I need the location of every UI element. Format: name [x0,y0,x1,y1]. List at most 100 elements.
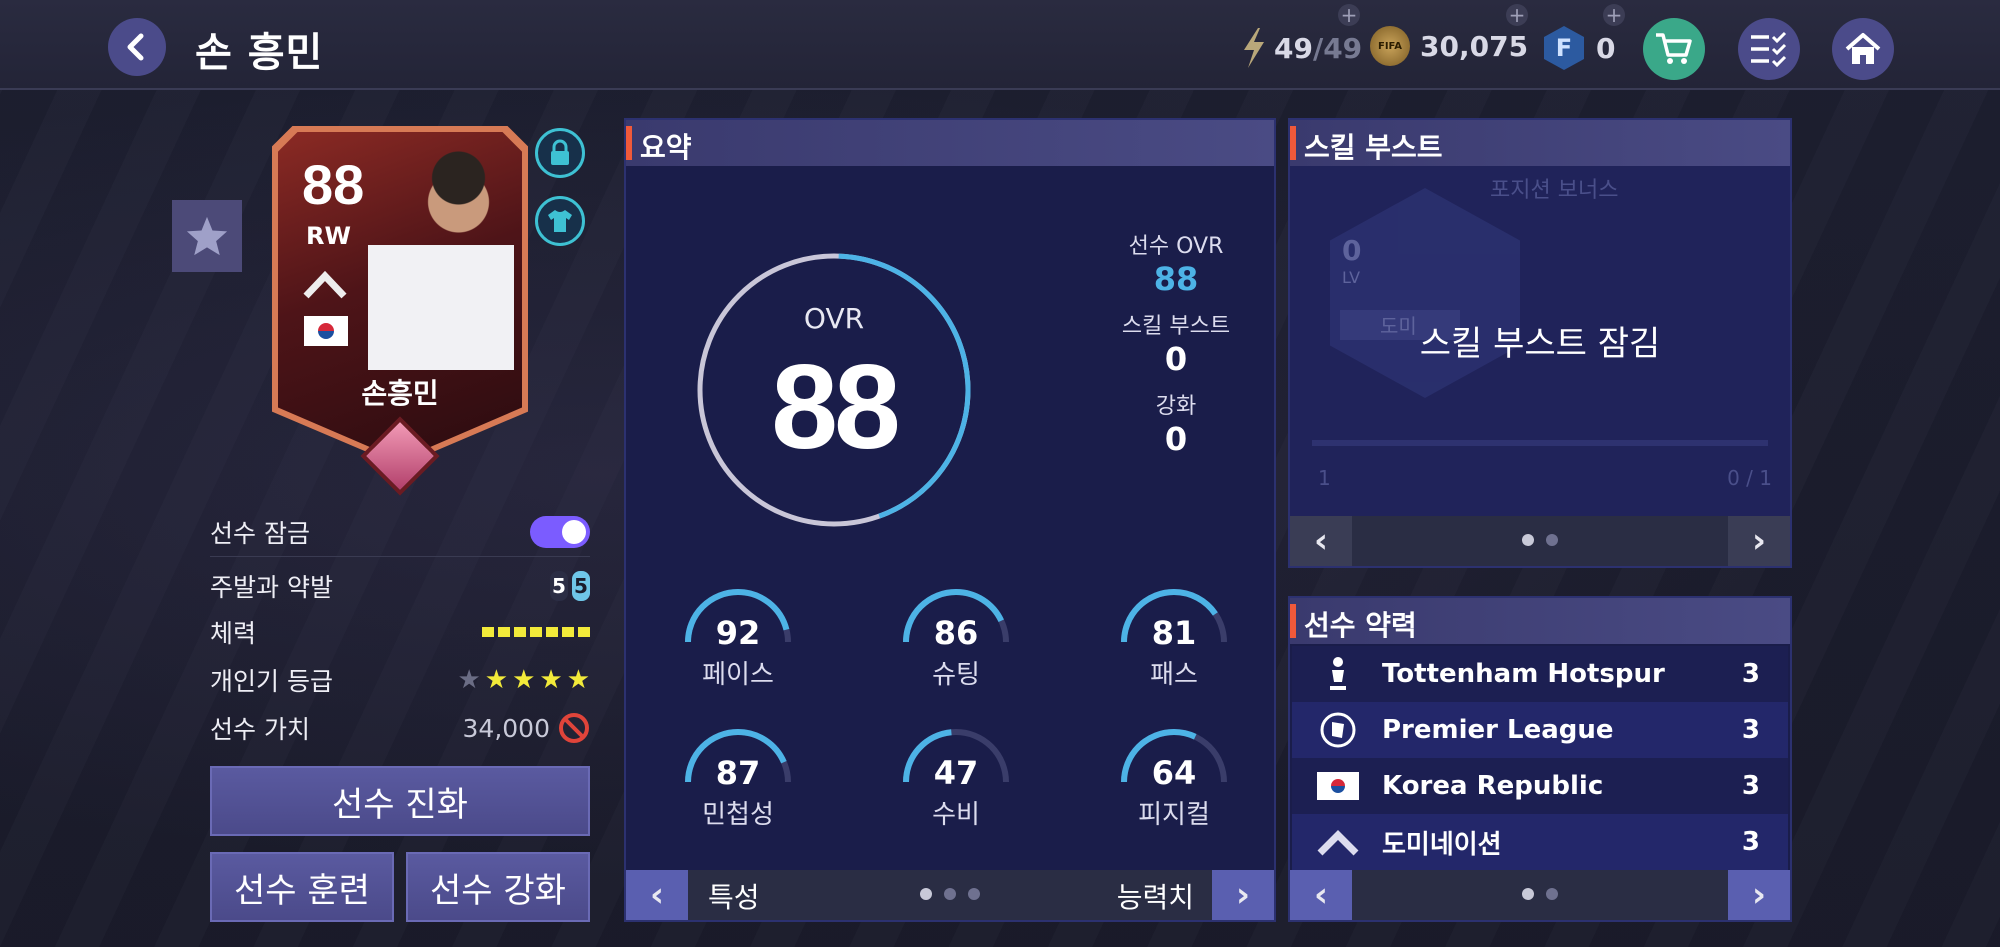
page-title: 손 흥민 [195,30,324,76]
skill-boost-header: 스킬 부스트 [1290,120,1790,166]
card-player-name: 손흥민 [361,377,439,410]
stamina-label: 체력 [210,619,257,648]
back-button[interactable] [108,18,166,76]
cart-icon [1656,33,1692,64]
ovr-value: 88 [771,340,900,474]
player-value: 34,000 [462,713,550,743]
footer-left-label[interactable]: 특성 [708,876,760,916]
chemistry-row[interactable]: 도미네이션 3 [1292,814,1788,870]
energy-value: 49 [1274,31,1313,65]
chemistry-row[interactable]: Premier League 3 [1292,702,1788,758]
chevron-up-icon [303,270,347,299]
next-page-button[interactable]: › [1728,870,1790,920]
skill-progress-track [1312,440,1768,446]
chemistry-value: 3 [1741,715,1760,745]
train-button[interactable]: 선수 훈련 [210,852,394,922]
chemistry-row[interactable]: Tottenham Hotspur 3 [1292,646,1788,702]
summary-title: 요약 [640,131,692,164]
lock-label: 선수 잠금 [210,519,310,548]
skill-progress-text: 0 / 1 [1727,466,1772,490]
value-row: 선수 가치 34,000 [210,706,590,750]
enhance-button[interactable]: 선수 강화 [406,852,590,922]
lock-button[interactable] [535,128,585,178]
prev-page-button[interactable]: ‹ [1290,870,1352,920]
page-dots [1522,888,1558,900]
coin-counter: FIFA 30,075 [1370,26,1528,66]
shop-button[interactable] [1643,18,1705,80]
skill-hex-badge: 0 LV 도미 [1330,188,1520,398]
summary-footer: ‹ 특성 능력치 › [626,870,1274,920]
divider [210,556,590,557]
fc-points-value: 0 [1596,31,1616,65]
stat-gauge [1121,729,1227,783]
star-icon: ★ [457,665,481,695]
skill-boost-label: 스킬 부스트 [1121,314,1231,339]
enhance-label: 강화 [1155,394,1197,419]
chevron-up-icon [1316,822,1360,862]
chemistry-name: 도미네이션 [1382,829,1502,860]
lock-toggle[interactable] [530,516,590,548]
stat-defending: 47 수비 [886,726,1026,831]
shirt-icon [548,210,572,232]
prev-page-button[interactable]: ‹ [626,870,688,920]
right-foot-badge: 5 [572,571,590,601]
add-fc-points-button[interactable]: + [1603,4,1625,26]
add-energy-button[interactable]: + [1338,4,1360,26]
kit-button[interactable] [535,196,585,246]
energy-counter: 49/49 [1240,26,1362,70]
stamina-bar [482,627,590,637]
chemistry-panel: 선수 약력 Tottenham Hotspur 3 Premier League… [1288,596,1792,922]
summary-header: 요약 [626,120,1274,166]
enhance-value: 0 [1164,420,1188,458]
prev-page-button[interactable]: ‹ [1290,516,1352,566]
prohibited-icon [559,713,589,743]
stamina-row: 체력 [210,610,590,654]
next-page-button[interactable]: › [1212,870,1274,920]
chemistry-row[interactable]: Korea Republic 3 [1292,758,1788,814]
favorite-button[interactable] [172,200,242,272]
summary-panel: 요약 OVR 88 선수 OVR 88 스킬 부스트 0 강화 0 92 페이스… [624,118,1276,922]
evolve-button[interactable]: 선수 진화 [210,766,590,836]
stat-name: 페이스 [702,660,774,690]
chemistry-footer: ‹ › [1290,870,1790,920]
skill-boost-title: 스킬 부스트 [1304,131,1443,164]
lock-row: 선수 잠금 [210,510,590,554]
next-page-button[interactable]: › [1728,516,1790,566]
checklist-icon [1751,31,1787,67]
chemistry-value: 3 [1741,827,1760,857]
value-label: 선수 가치 [210,715,310,744]
stat-gauge [685,729,791,783]
home-button[interactable] [1832,18,1894,80]
lightning-icon [1244,28,1264,68]
stat-gauge [903,589,1009,643]
skill-count-left: 1 [1318,466,1331,490]
star-icon: ★ [566,665,590,695]
star-icon: ★ [512,665,536,695]
star-icon: ★ [484,665,509,695]
player-card[interactable]: 88 RW 손흥민 [272,120,528,496]
add-coins-button[interactable]: + [1506,4,1528,26]
chemistry-name: Tottenham Hotspur [1382,659,1665,689]
chemistry-value: 3 [1741,771,1760,801]
chemistry-header: 선수 약력 [1290,598,1790,644]
skill-boost-footer: ‹ › [1290,516,1790,566]
energy-max: /49 [1312,31,1363,65]
skill-boost-value: 0 [1164,340,1188,378]
footer-right-label[interactable]: 능력치 [1117,876,1194,916]
ovr-label: OVR [803,302,865,335]
coin-value: 30,075 [1420,29,1529,63]
position-bonus-label: 포지션 보너스 [1490,178,1619,203]
stat-pace: 92 페이스 [668,586,808,691]
chevron-left-icon [127,33,144,61]
korea-flag-icon [304,316,348,346]
checklist-button[interactable] [1738,18,1800,80]
chemistry-title: 선수 약력 [1304,609,1417,642]
chemistry-name: Korea Republic [1382,771,1604,801]
league-logo-icon [1316,710,1360,750]
korea-flag-icon [1316,766,1360,806]
stat-name: 피지컬 [1138,800,1210,830]
stat-name: 수비 [932,800,980,830]
lock-icon [551,139,569,165]
chemistry-value: 3 [1741,659,1760,689]
coin-icon: FIFA [1370,26,1410,66]
